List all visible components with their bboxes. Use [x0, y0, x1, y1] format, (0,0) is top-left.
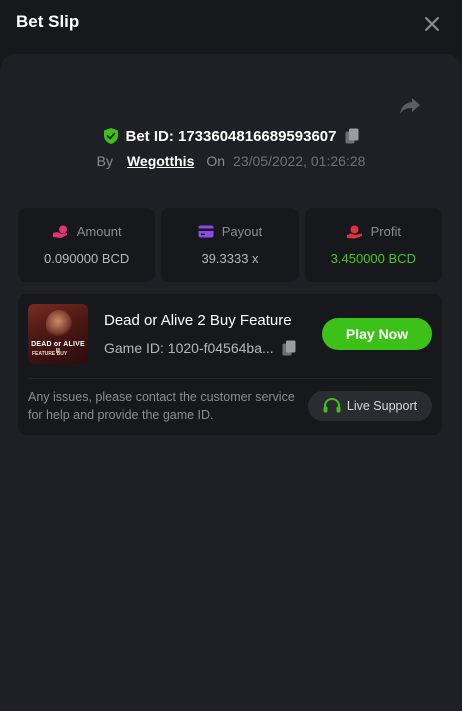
- by-label: By: [96, 153, 113, 169]
- game-name: Dead or Alive 2 Buy Feature: [104, 312, 292, 329]
- live-support-label: Live Support: [346, 399, 418, 413]
- live-support-button[interactable]: Live Support: [308, 391, 432, 421]
- stats-row: Amount 0.090000 BCD Payout 39.3333 x Pro…: [18, 208, 442, 282]
- game-thumbnail[interactable]: DEAD or ALIVE II FEATURE BUY: [28, 304, 88, 364]
- share-button[interactable]: [398, 94, 422, 118]
- close-icon: [425, 17, 439, 31]
- copy-bet-id-button[interactable]: [345, 128, 359, 144]
- headset-icon: [323, 398, 341, 413]
- stat-profit: Profit 3.450000 BCD: [304, 208, 442, 282]
- stat-payout-label: Payout: [221, 224, 263, 239]
- stat-profit-value: 3.450000 BCD: [330, 251, 416, 266]
- modal-body: Bet ID: 1733604816689593607 By Wegotthis…: [0, 54, 462, 711]
- bet-meta-row: By Wegotthis On 23/05/2022, 01:26:28: [0, 150, 462, 172]
- close-button[interactable]: [420, 12, 444, 36]
- stat-profit-label: Profit: [370, 224, 401, 239]
- profit-hand-icon: [346, 225, 362, 238]
- bet-id: Bet ID: 1733604816689593607: [125, 127, 337, 145]
- game-card: DEAD or ALIVE II FEATURE BUY Dead or Ali…: [18, 294, 442, 435]
- username-link[interactable]: Wegotthis: [127, 153, 194, 169]
- bet-id-row: Bet ID: 1733604816689593607: [0, 124, 462, 148]
- game-id-row: Game ID: 1020-f04564ba...: [104, 338, 314, 358]
- copy-icon: [282, 340, 296, 356]
- game-id: Game ID: 1020-f04564ba...: [104, 340, 274, 356]
- thumbnail-subtitle: FEATURE BUY: [32, 351, 68, 357]
- stat-amount-label: Amount: [76, 224, 122, 239]
- copy-game-id-button[interactable]: [282, 340, 296, 356]
- support-note: Any issues, please contact the customer …: [28, 390, 295, 422]
- bet-datetime: 23/05/2022, 01:26:28: [233, 153, 366, 169]
- bet-slip-modal: Bet Slip Bet ID: 1733604816689593607 By …: [0, 0, 462, 711]
- stat-amount-value: 0.090000 BCD: [44, 251, 130, 266]
- stat-amount: Amount 0.090000 BCD: [18, 208, 156, 282]
- hand-coin-icon: [52, 225, 67, 238]
- card-icon: [198, 225, 214, 238]
- modal-title: Bet Slip: [16, 12, 80, 31]
- modal-header: Bet Slip: [0, 0, 462, 48]
- share-icon: [400, 98, 420, 114]
- stat-payout: Payout 39.3333 x: [161, 208, 299, 282]
- card-divider: [28, 378, 432, 379]
- stat-payout-value: 39.3333 x: [201, 251, 259, 266]
- play-now-button[interactable]: Play Now: [322, 318, 432, 350]
- thumbnail-figure: [46, 310, 72, 338]
- copy-icon: [345, 128, 358, 144]
- shield-check-icon: [104, 128, 119, 144]
- on-label: On: [206, 153, 226, 169]
